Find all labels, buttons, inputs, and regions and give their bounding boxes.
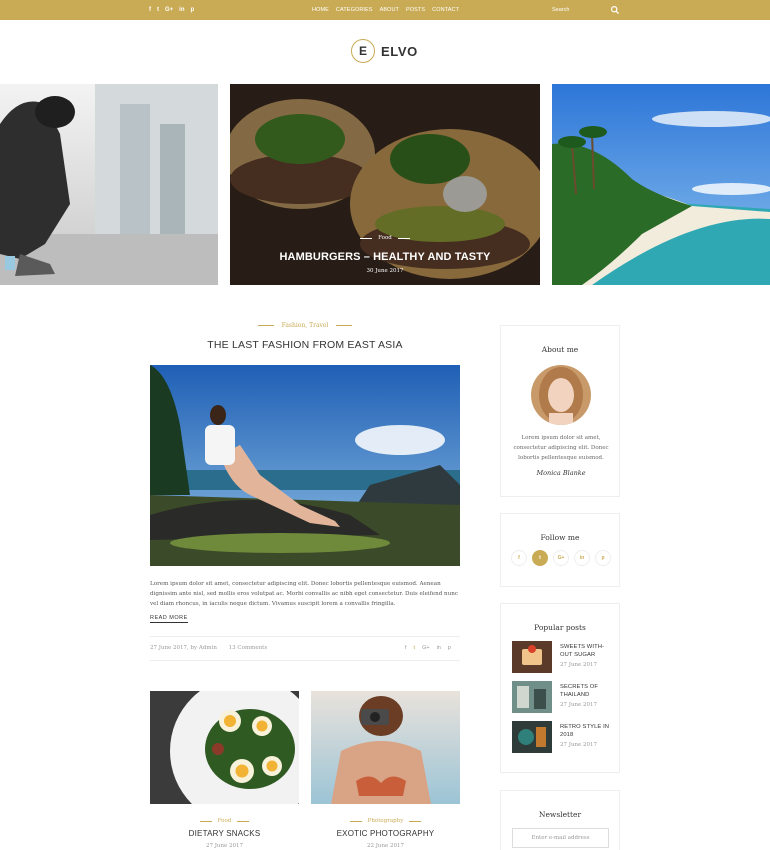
divider (150, 660, 460, 661)
popular-post-title[interactable]: RETRO STYLE IN 2018 (560, 724, 612, 739)
signature: Monica Blanke (536, 469, 586, 477)
popular-thumb (512, 641, 552, 673)
nav-posts[interactable]: POSTS (406, 7, 425, 13)
avatar (531, 365, 591, 425)
google-plus-icon[interactable]: G+ (165, 7, 173, 13)
popular-post-date: 27 June 2017 (560, 662, 598, 668)
grid-post-date: 27 June 2017 (205, 843, 244, 849)
search-icon[interactable] (610, 5, 620, 15)
about-text: Lorem ipsum dolor sit amet, consectetur … (513, 435, 609, 461)
popular-post[interactable]: SWEETS WITH-OUT SUGAR 27 June 2017 (512, 641, 612, 673)
divider (150, 636, 460, 637)
popular-post-date: 27 June 2017 (560, 742, 598, 748)
slide-date: 30 June 2017 (366, 268, 404, 274)
popular-thumb (512, 681, 552, 713)
post-image[interactable] (150, 365, 460, 566)
beach-photo (552, 84, 770, 285)
linkedin-icon[interactable]: in (437, 645, 441, 651)
post-title[interactable]: THE LAST FASHION FROM EAST ASIA (150, 339, 460, 351)
post-date-author: 27 June 2017, by Admin (150, 645, 217, 651)
post-comments-link[interactable]: 13 Comments (229, 645, 268, 651)
popular-widget: Popular posts SWEETS WITH-OUT SUGAR 27 J… (500, 603, 620, 773)
post-excerpt: Lorem ipsum dolor sit amet, consectetur … (150, 581, 459, 607)
pinterest-icon[interactable]: p (595, 550, 611, 566)
grid-post-title[interactable]: DIETARY SNACKS (150, 829, 299, 838)
logo-mark: E (351, 39, 375, 63)
site-logo[interactable]: E ELVO (351, 39, 418, 63)
linkedin-icon[interactable]: in (574, 550, 590, 566)
twitter-icon[interactable]: t (157, 7, 159, 13)
post-category-link[interactable]: Fashion, Travel (282, 322, 329, 329)
nav-categories[interactable]: CATEGORIES (336, 7, 373, 13)
popular-thumb (512, 721, 552, 753)
facebook-icon[interactable]: f (511, 550, 527, 566)
facebook-icon[interactable]: f (149, 7, 151, 13)
slide-title[interactable]: HAMBURGERS – HEALTHY AND TASTY (230, 251, 540, 263)
about-title: About me (541, 345, 579, 354)
search-box (546, 3, 626, 17)
popular-post-title[interactable]: SECRETS OF THAILAND (560, 684, 612, 699)
photography-photo (311, 691, 460, 804)
post-category: Fashion, Travel (150, 322, 460, 329)
grid-post-category: Food (150, 818, 299, 824)
snacks-photo (150, 691, 299, 804)
pinterest-icon[interactable]: p (448, 645, 451, 651)
grid-post-category: Photography (311, 818, 460, 824)
post-share-links: f t G+ in p (405, 645, 451, 651)
twitter-icon[interactable]: t (414, 645, 416, 651)
follow-title: Follow me (540, 533, 580, 542)
grid-post-image[interactable] (311, 691, 460, 804)
grid-post-date: 22 June 2017 (366, 843, 405, 849)
top-bar: f t G+ in p HOME CATEGORIES ABOUT POSTS … (0, 0, 770, 20)
popular-post[interactable]: SECRETS OF THAILAND 27 June 2017 (512, 681, 612, 713)
newsletter-title: Newsletter (538, 810, 582, 819)
grid-post-category-link[interactable]: Food (218, 818, 232, 824)
pinterest-icon[interactable]: p (191, 7, 195, 13)
top-social-links: f t G+ in p (149, 0, 194, 20)
nav-contact[interactable]: CONTACT (432, 7, 459, 13)
popular-post-title[interactable]: SWEETS WITH-OUT SUGAR (560, 644, 612, 659)
linkedin-icon[interactable]: in (179, 7, 184, 13)
newsletter-email-input[interactable] (512, 828, 609, 848)
logo-name: ELVO (381, 43, 418, 59)
slide-category[interactable]: Food (360, 235, 410, 241)
newsletter-widget: Newsletter (500, 790, 620, 850)
post-meta: 27 June 2017, by Admin 13 Comments (150, 645, 267, 651)
slide-beach[interactable] (552, 84, 770, 285)
fashion-photo (150, 365, 460, 566)
search-input[interactable] (546, 7, 610, 13)
popular-post[interactable]: RETRO STYLE IN 2018 27 June 2017 (512, 721, 612, 753)
grid-post-image[interactable] (150, 691, 299, 804)
slide-running[interactable] (0, 84, 218, 285)
grid-post-category-link[interactable]: Photography (368, 818, 404, 824)
read-more-link[interactable]: READ MORE (150, 615, 188, 623)
running-photo (0, 84, 218, 285)
main-nav: HOME CATEGORIES ABOUT POSTS CONTACT (312, 0, 459, 20)
facebook-icon[interactable]: f (405, 645, 407, 651)
about-widget: About me Lorem ipsum dolor sit amet, con… (500, 325, 620, 497)
avatar-photo (531, 365, 591, 425)
twitter-icon[interactable]: t (532, 550, 548, 566)
nav-home[interactable]: HOME (312, 7, 329, 13)
slide-featured[interactable]: Food HAMBURGERS – HEALTHY AND TASTY 30 J… (230, 84, 540, 285)
follow-icons: f t G+ in p (511, 550, 611, 566)
grid-post-title[interactable]: EXOTIC PHOTOGRAPHY (311, 829, 460, 838)
popular-post-date: 27 June 2017 (560, 702, 598, 708)
slide-caption: Food HAMBURGERS – HEALTHY AND TASTY 30 J… (230, 224, 540, 274)
popular-title: Popular posts (534, 623, 586, 632)
nav-about[interactable]: ABOUT (380, 7, 399, 13)
google-plus-icon[interactable]: G+ (553, 550, 569, 566)
follow-widget: Follow me f t G+ in p (500, 513, 620, 587)
google-plus-icon[interactable]: G+ (422, 645, 430, 651)
